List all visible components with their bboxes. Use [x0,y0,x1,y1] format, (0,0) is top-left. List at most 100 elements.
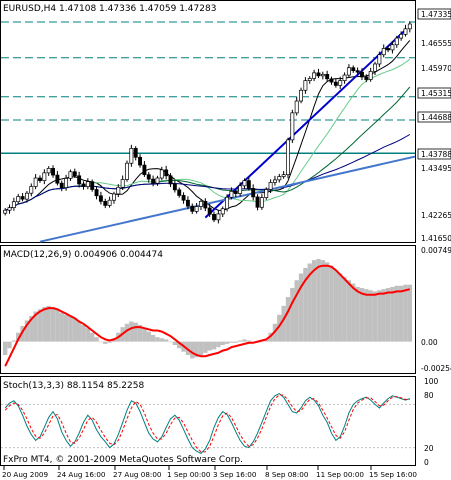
price-bar-body [146,174,151,180]
macd-histogram-bar [198,341,204,356]
price-bar-body [333,81,338,86]
macd-histogram-bar [346,280,352,342]
price-bar-body [7,207,12,211]
price-axis-label: 1.42265 [421,211,451,220]
macd-histogram-bar [42,307,47,342]
macd-histogram-bar [281,305,286,342]
macd-histogram-bar [377,290,382,342]
macd-histogram-bar [203,341,208,353]
macd-histogram-bar [55,309,60,342]
macd-histogram-bar [216,341,221,348]
macd-histogram-bar [207,341,212,351]
macd-histogram-bar [246,340,252,342]
price-bar-body [55,174,60,184]
price-bar-body [33,177,38,187]
price-bar-body [386,48,391,51]
macd-axis-label: -0.00254 [421,364,451,373]
macd-histogram-bar [172,341,178,345]
price-axis-label: 1.47335 [421,10,451,19]
price-bar-body [199,200,203,207]
x-axis-label: 3 Sep 16:00 [213,470,257,479]
price-bar-body [299,89,303,102]
x-axis-label: 24 Aug 16:00 [57,470,106,479]
price-bar-body [399,34,404,39]
price-bar-body [11,201,16,208]
price-bar-body [281,174,286,177]
macd-label: MACD(12,26,9) 0.004906 0.004474 [3,250,163,260]
macd-histogram-bar [107,341,112,343]
price-axis-label: 1.44688 [421,113,451,122]
macd-axis-label: 0.00 [421,338,438,347]
copyright-label: FxPro MT4, © 2001-2009 MetaQuotes Softwa… [3,455,243,465]
macd-histogram-bar [403,284,408,342]
price-bar-body [403,28,408,35]
price-bar-body [390,44,395,51]
price-bar-body [207,207,212,215]
macd-histogram-bar [368,290,373,342]
price-bar-body [264,189,269,198]
macd-axis-label: 0.00749 [421,246,451,255]
price-bar-body [190,205,195,212]
price-bar-body [194,206,199,212]
macd-histogram-bar [159,338,164,342]
macd-histogram-bar [37,309,43,342]
price-axis-label: 1.45970 [421,64,451,73]
price-bar-body [129,148,134,164]
macd-histogram-bar [233,341,238,343]
macd-histogram-bar [81,324,86,342]
price-bar-body [107,199,112,206]
macd-histogram-bar [76,321,82,342]
macd-histogram-bar [142,328,147,342]
macd-histogram-bar [3,341,8,356]
price-bar-body [29,186,34,194]
price-bar-body [233,190,238,194]
price-bar-body [133,148,138,158]
price-bar-body [251,188,256,198]
price-bar-body [168,175,173,185]
trading-chart[interactable]: 1.47335 1.46555 1.45970 1.45315 1.44688 1.437… [0,0,451,480]
price-axis-label: 1.41650 [421,234,451,243]
price-bar-body [116,186,121,195]
price-bar-body [373,63,377,72]
price-bar-body [364,76,369,80]
price-bar-body [59,182,64,188]
price-bar-body [303,80,308,91]
price-bar-body [81,183,86,187]
price-bar-body [94,189,99,197]
price-bar-body [329,78,334,83]
macd-histogram-bar [320,260,325,342]
macd-histogram-bar [394,285,399,342]
price-bar-body [172,183,177,191]
macd-histogram-bar [103,341,108,344]
price-bar-body [68,171,73,179]
price-bar-body [142,164,147,176]
macd-histogram-bar [294,280,299,342]
macd-histogram-bar [129,321,134,342]
macd-histogram-bar [364,289,369,342]
x-axis-label: 1 Sep 00:00 [167,470,211,479]
macd-histogram-bar [59,312,64,342]
stoch-label: Stoch(13,3,3) 88.1154 85.2258 [3,381,144,391]
macd-histogram-bar [398,285,404,342]
macd-histogram-bar [163,339,169,342]
stoch-axis-label: 100 [424,377,439,386]
price-bar-body [216,213,221,221]
macd-histogram-bar [85,328,91,342]
price-bar-body [277,176,282,181]
macd-histogram-bar [372,291,378,342]
price-bar-body [294,100,299,114]
price-bar-body [151,178,156,184]
price-bar-body [112,193,116,201]
price-bar-body [255,196,260,208]
price-bar-body [51,168,55,176]
price-bar-body [77,175,82,185]
x-axis-label: 20 Aug 2009 [2,470,48,479]
x-axis-label: 11 Sep 00:00 [316,470,364,479]
macd-histogram-bar [333,270,339,342]
macd-histogram-bar [63,314,69,342]
price-bar-body [351,67,356,71]
price-bar-body [368,71,373,80]
macd-histogram-bar [285,296,291,342]
price-axis-label: 1.46555 [421,39,451,48]
macd-histogram-bar [90,332,95,342]
